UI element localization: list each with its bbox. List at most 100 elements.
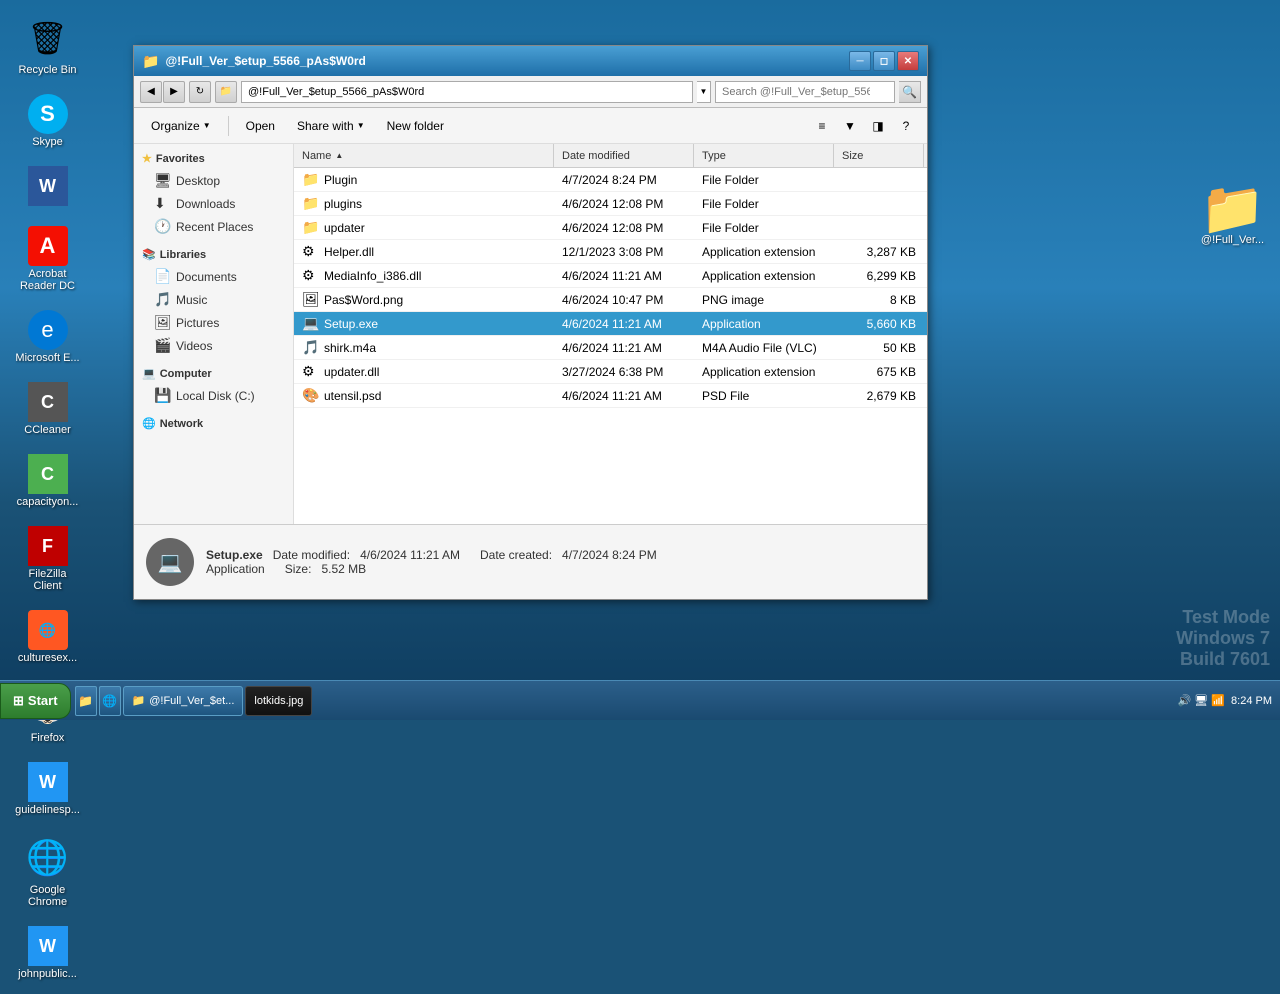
status-filename: Setup.exe — [206, 548, 263, 562]
file-name-cell: ⚙ MediaInfo_i386.dll — [294, 267, 554, 284]
nav-item-music[interactable]: 🎵 Music — [134, 288, 293, 311]
table-row[interactable]: 🖼 Pas$Word.png 4/6/2024 10:47 PM PNG ima… — [294, 288, 927, 312]
favorites-header[interactable]: ★ Favorites — [134, 148, 293, 169]
taskbar-items: 📁 🌐 📁 @!Full_Ver_$et... lotkids.jpg — [75, 686, 1170, 716]
table-row[interactable]: 🎨 utensil.psd 4/6/2024 11:21 AM PSD File… — [294, 384, 927, 408]
nav-item-pictures[interactable]: 🖼 Pictures — [134, 311, 293, 334]
desktop-icon-skype[interactable]: S Skype — [10, 90, 85, 152]
file-type-cell: File Folder — [694, 221, 834, 235]
desktop-icon-johnpublic[interactable]: W johnpublic... — [10, 922, 85, 984]
recent-nav-icon: 🕐 — [154, 218, 170, 235]
address-dropdown-button[interactable]: ▼ — [697, 81, 711, 103]
col-header-date[interactable]: Date modified — [554, 144, 694, 167]
folder-right-icon: 📁 — [1209, 184, 1257, 232]
file-name-cell: ⚙ Helper.dll — [294, 243, 554, 260]
gear-icon: ⚙ — [302, 267, 318, 284]
nav-item-videos[interactable]: 🎬 Videos — [134, 334, 293, 357]
search-button[interactable]: 🔍 — [899, 81, 921, 103]
refresh-button[interactable]: ↻ — [189, 81, 211, 103]
table-row[interactable]: 💻 Setup.exe 4/6/2024 11:21 AM Applicatio… — [294, 312, 927, 336]
skype-label: Skype — [32, 136, 63, 148]
computer-header[interactable]: 💻 Computer — [134, 363, 293, 384]
libraries-header[interactable]: 📚 Libraries — [134, 244, 293, 265]
table-row[interactable]: ⚙ MediaInfo_i386.dll 4/6/2024 11:21 AM A… — [294, 264, 927, 288]
desktop-icon-ccleaner[interactable]: C CCleaner — [10, 378, 85, 440]
desktop-icon-recycle-bin[interactable]: 🗑 Recycle Bin — [10, 10, 85, 80]
details-view-button[interactable]: ≡ — [809, 113, 835, 139]
nav-pane: ★ Favorites 🖥 Desktop ⬇ Downloads 🕐 Rece… — [134, 144, 294, 524]
network-header[interactable]: 🌐 Network — [134, 413, 293, 434]
taskbar-file-explorer-button[interactable]: 📁 — [75, 686, 97, 716]
desktop-icon-capacityon[interactable]: C capacityon... — [10, 450, 85, 512]
desktop-icons-right: 📁 @!Full_Ver... — [1195, 180, 1270, 250]
table-row[interactable]: ⚙ updater.dll 3/27/2024 6:38 PM Applicat… — [294, 360, 927, 384]
table-row[interactable]: 🎵 shirk.m4a 4/6/2024 11:21 AM M4A Audio … — [294, 336, 927, 360]
skype-icon: S — [28, 94, 68, 134]
recycle-bin-label: Recycle Bin — [18, 64, 76, 76]
desktop-icon-folder-right[interactable]: 📁 @!Full_Ver... — [1195, 180, 1270, 250]
recent-locations-button[interactable]: 📁 — [215, 81, 237, 103]
col-header-type[interactable]: Type — [694, 144, 834, 167]
file-name: Helper.dll — [324, 245, 374, 259]
file-type-cell: M4A Audio File (VLC) — [694, 341, 834, 355]
desktop-icon-filezilla[interactable]: F FileZilla Client — [10, 522, 85, 596]
status-bar: 💻 Setup.exe Date modified: 4/6/2024 11:2… — [134, 524, 927, 599]
taskbar-item-black[interactable]: lotkids.jpg — [245, 686, 312, 716]
close-button[interactable]: ✕ — [897, 51, 919, 71]
forward-button[interactable]: ▶ — [163, 81, 185, 103]
restore-button[interactable]: ◻ — [873, 51, 895, 71]
msedge-label: Microsoft E... — [15, 352, 79, 364]
music-nav-icon: 🎵 — [154, 291, 170, 308]
table-row[interactable]: 📁 Plugin 4/7/2024 8:24 PM File Folder — [294, 168, 927, 192]
new-folder-button[interactable]: New folder — [378, 113, 453, 139]
table-row[interactable]: 📁 plugins 4/6/2024 12:08 PM File Folder — [294, 192, 927, 216]
file-name-cell: 💻 Setup.exe — [294, 315, 554, 332]
desktop-icon-word[interactable]: W — [10, 162, 85, 212]
preview-pane-button[interactable]: ◨ — [865, 113, 891, 139]
help-button[interactable]: ? — [893, 113, 919, 139]
desktop-icon-culturesex[interactable]: 🌐 culturesex... — [10, 606, 85, 668]
ccleaner-label: CCleaner — [24, 424, 70, 436]
taskbar-ie-button[interactable]: 🌐 — [99, 686, 121, 716]
share-with-button[interactable]: Share with ▼ — [288, 113, 374, 139]
nav-item-desktop[interactable]: 🖥 Desktop — [134, 169, 293, 192]
nav-item-documents[interactable]: 📄 Documents — [134, 265, 293, 288]
taskbar-item-explorer[interactable]: 📁 @!Full_Ver_$et... — [123, 686, 244, 716]
desktop-icon-chrome[interactable]: 🌐 Google Chrome — [10, 830, 85, 912]
nav-item-local-disk[interactable]: 💾 Local Disk (C:) — [134, 384, 293, 407]
col-header-name[interactable]: Name ▲ — [294, 144, 554, 167]
taskbar-tray: 🔊 🖥 📶 8:24 PM — [1170, 694, 1280, 707]
back-button[interactable]: ◀ — [140, 81, 162, 103]
nav-item-downloads[interactable]: ⬇ Downloads — [134, 192, 293, 215]
desktop-icons-left: 🗑 Recycle Bin S Skype W A Acrobat Reader… — [0, 0, 95, 994]
file-name: Pas$Word.png — [324, 293, 403, 307]
search-input[interactable] — [715, 81, 895, 103]
open-button[interactable]: Open — [237, 113, 284, 139]
msedge-icon: e — [28, 310, 68, 350]
table-row[interactable]: 📁 updater 4/6/2024 12:08 PM File Folder — [294, 216, 927, 240]
file-name: shirk.m4a — [324, 341, 376, 355]
gear-icon: ⚙ — [302, 363, 318, 380]
file-date-cell: 12/1/2023 3:08 PM — [554, 245, 694, 259]
minimize-button[interactable]: ─ — [849, 51, 871, 71]
view-options-button[interactable]: ▼ — [837, 113, 863, 139]
desktop-icon-acrobat[interactable]: A Acrobat Reader DC — [10, 222, 85, 296]
file-size-cell: 50 KB — [834, 341, 924, 355]
col-header-size[interactable]: Size — [834, 144, 924, 167]
nav-item-recent-places[interactable]: 🕐 Recent Places — [134, 215, 293, 238]
capacityon-label: capacityon... — [17, 496, 79, 508]
desktop-icon-guidelines[interactable]: W guidelinesp... — [10, 758, 85, 820]
acrobat-icon: A — [28, 226, 68, 266]
pictures-nav-icon: 🖼 — [154, 314, 170, 331]
view-buttons: ≡ ▼ ◨ ? — [809, 113, 919, 139]
johnpublic-icon: W — [28, 926, 68, 966]
psd-icon: 🎨 — [302, 387, 318, 404]
table-row[interactable]: ⚙ Helper.dll 12/1/2023 3:08 PM Applicati… — [294, 240, 927, 264]
desktop-icon-msedge[interactable]: e Microsoft E... — [10, 306, 85, 368]
organize-button[interactable]: Organize ▼ — [142, 113, 220, 139]
folder-icon: 📁 — [302, 219, 318, 236]
address-path-display[interactable]: @!Full_Ver_$etup_5566_pAs$W0rd — [241, 81, 693, 103]
file-size-cell: 675 KB — [834, 365, 924, 379]
start-button[interactable]: ⊞ Start — [0, 683, 71, 719]
guidelines-icon: W — [28, 762, 68, 802]
